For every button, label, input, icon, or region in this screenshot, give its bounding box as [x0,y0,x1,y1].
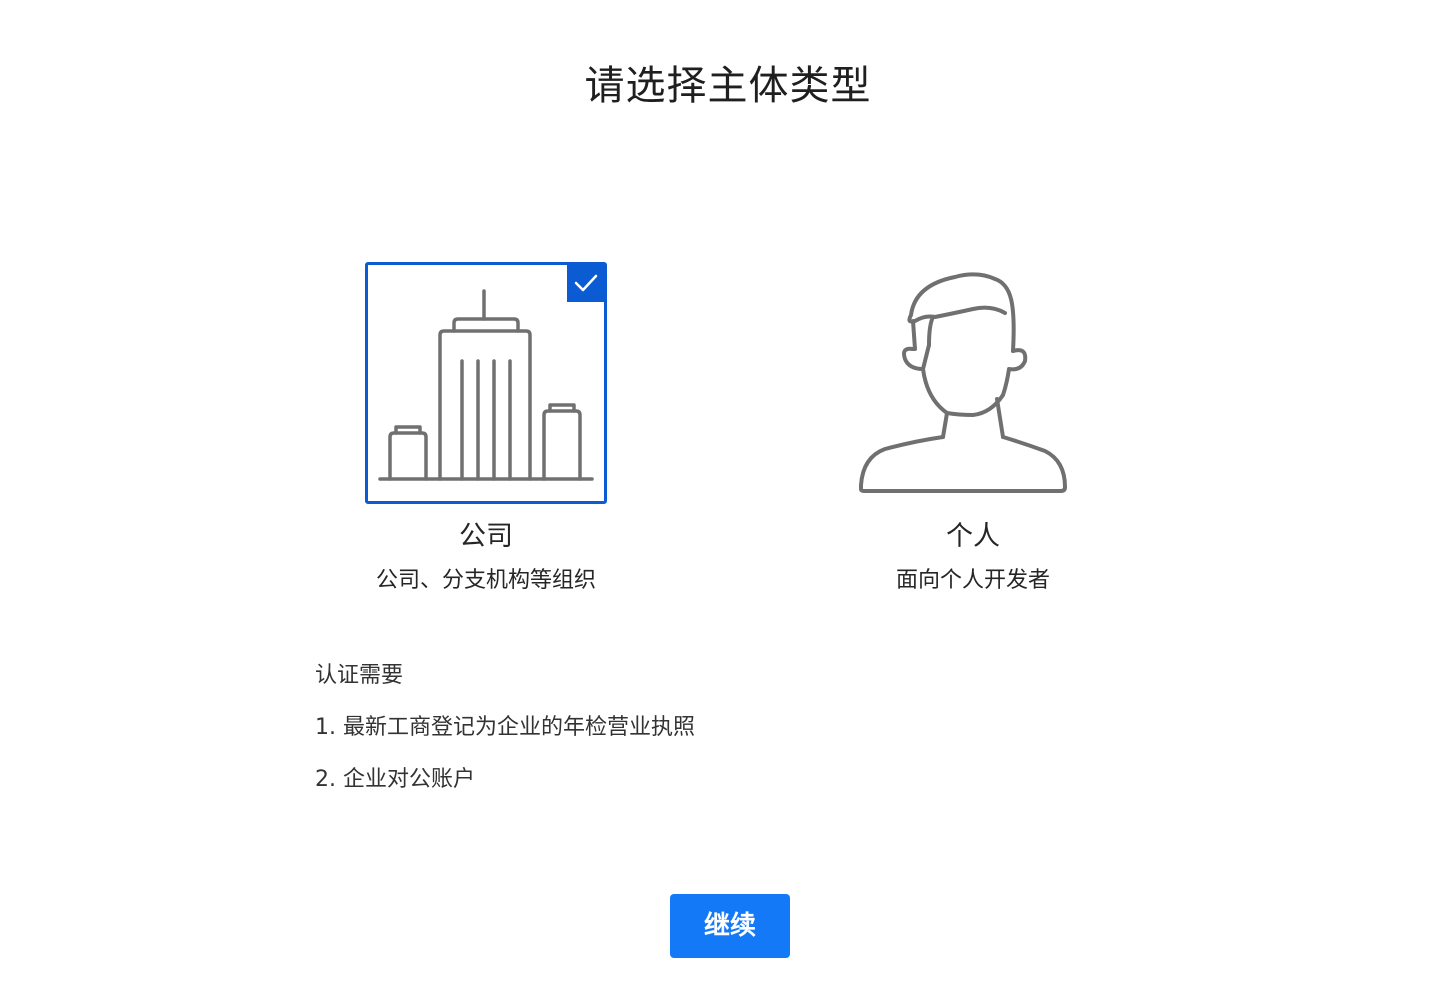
option-company-description: 公司、分支机构等组织 [375,568,596,593]
person-icon [859,272,1067,493]
continue-button[interactable]: 继续 [670,894,790,958]
option-personal-description: 面向个人开发者 [895,568,1050,593]
option-company[interactable]: 公司 公司、分支机构等组织 [276,262,696,596]
requirement-item: 2. 企业对公账户 [315,767,475,792]
selected-badge [567,264,605,302]
option-company-label: 公司 [459,521,513,552]
option-personal-label: 个人 [946,521,1000,552]
checkmark-icon [574,274,598,292]
requirements-section: 认证需要 1. 最新工商登记为企业的年检营业执照 2. 企业对公账户 [315,660,1015,816]
option-personal[interactable]: 个人 面向个人开发者 [763,262,1183,596]
page-title: 请选择主体类型 [584,63,872,109]
company-icon-box[interactable] [365,262,607,504]
personal-icon-box[interactable] [852,262,1094,504]
requirements-title: 认证需要 [315,663,404,688]
requirement-item: 1. 最新工商登记为企业的年检营业执照 [315,715,695,740]
